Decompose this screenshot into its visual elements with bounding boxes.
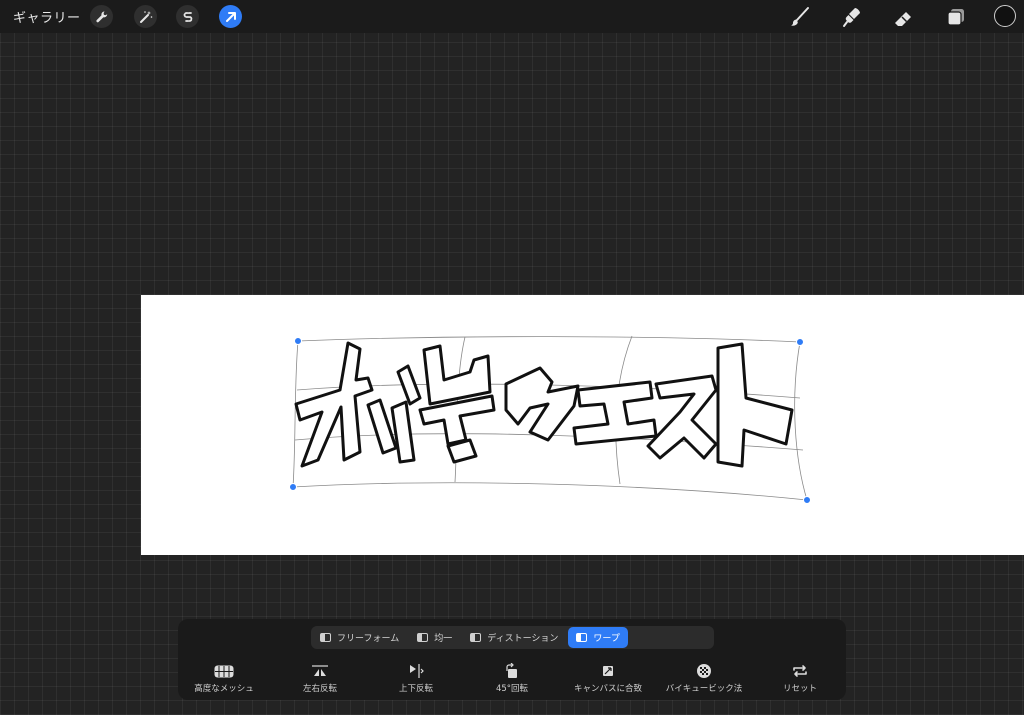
gallery-button[interactable]: ギャラリー [13, 7, 81, 26]
smudge-icon[interactable] [840, 5, 864, 29]
advanced-mesh-button[interactable]: 高度なメッシュ [179, 663, 269, 694]
wrench-icon[interactable] [90, 5, 113, 28]
rotate-45-icon [504, 663, 520, 679]
color-swatch[interactable] [994, 5, 1016, 27]
mode-distort[interactable]: ディストーション [462, 627, 566, 648]
fit-canvas-icon [601, 663, 615, 679]
fit-canvas-button[interactable]: キャンバスに合致 [563, 663, 653, 694]
bicubic-button[interactable]: バイキュービック法 [659, 663, 749, 694]
warp-icon [576, 633, 588, 642]
mode-freeform[interactable]: フリーフォーム [312, 627, 407, 648]
transform-panel: フリーフォーム 均一 ディストーション ワープ 高度なメッシュ 左右反転 上下反… [178, 619, 846, 700]
magic-wand-icon[interactable] [134, 5, 157, 28]
mode-warp[interactable]: ワープ [568, 627, 628, 648]
warp-handle-top-right[interactable] [796, 338, 804, 346]
mode-uniform[interactable]: 均一 [409, 627, 460, 648]
warp-handle-bottom-right[interactable] [803, 496, 811, 504]
brush-icon[interactable] [788, 5, 812, 29]
rotate-45-button[interactable]: 45°回転 [467, 663, 557, 694]
eraser-icon[interactable] [892, 5, 916, 29]
reset-icon [792, 663, 808, 679]
transform-mode-selector: フリーフォーム 均一 ディストーション ワープ [311, 626, 714, 649]
flip-vertical-button[interactable]: 上下反転 [371, 663, 461, 694]
flip-horizontal-button[interactable]: 左右反転 [275, 663, 365, 694]
reset-button[interactable]: リセット [755, 663, 845, 694]
warp-handle-bottom-left[interactable] [289, 483, 297, 491]
selection-s-icon[interactable] [176, 5, 199, 28]
mesh-icon [214, 663, 234, 679]
transform-arrow-icon[interactable] [219, 5, 242, 28]
top-toolbar: ギャラリー [0, 0, 1024, 33]
layers-icon[interactable] [944, 5, 968, 29]
flip-vertical-icon [408, 663, 424, 679]
distort-icon [470, 633, 482, 642]
warp-handle-top-left[interactable] [294, 337, 302, 345]
bicubic-icon [696, 663, 712, 679]
flip-horizontal-icon [311, 663, 329, 679]
canvas[interactable] [141, 295, 1024, 555]
uniform-icon [417, 633, 429, 642]
freeform-icon [320, 633, 331, 642]
